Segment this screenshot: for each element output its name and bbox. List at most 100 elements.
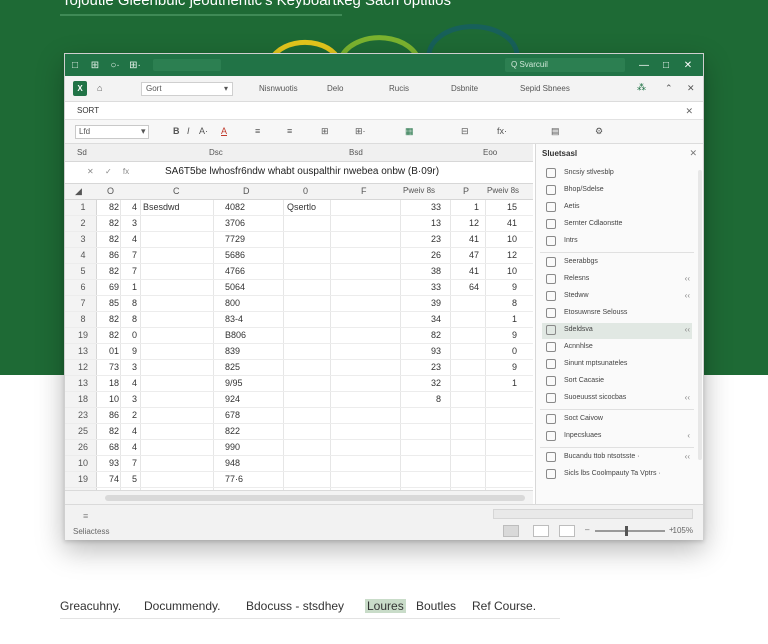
panel-item[interactable]: Soct Caivow [542, 412, 692, 428]
table-row[interactable]: 10 93 7 948 [65, 456, 533, 472]
font-name-input[interactable]: Lfd [75, 125, 149, 139]
panel-item[interactable]: Stedww ‹‹ [542, 289, 692, 305]
panel-item[interactable]: Sncsiy stlvesblp [542, 166, 692, 182]
row-number[interactable]: 5 [71, 266, 95, 276]
menubar-close-icon[interactable]: ✕ [687, 83, 695, 94]
merge-icon[interactable]: ⊞ [321, 126, 329, 137]
table-row[interactable]: 13 01 9 839 93 0 [65, 344, 533, 360]
table-row[interactable]: 18 10 3 924 8 [65, 392, 533, 408]
scrollbar-thumb[interactable] [105, 495, 525, 501]
row-number[interactable]: 25 [71, 426, 95, 436]
italic-icon[interactable]: I [187, 126, 190, 136]
maximize-icon[interactable]: □ [655, 60, 677, 71]
font-size-icon[interactable]: A· [199, 126, 208, 136]
table-row[interactable]: 12 73 3 825 23 9 [65, 360, 533, 376]
table-row[interactable]: 25 82 4 822 [65, 424, 533, 440]
insert-icon[interactable]: ⊟ [461, 126, 469, 137]
footer-link-3[interactable]: Bdocuss - stsdhey [246, 599, 344, 613]
panel-item[interactable]: Sinunt mptsunateles [542, 357, 692, 373]
conditional-format-icon[interactable]: ▦ [405, 126, 414, 137]
footer-link-1[interactable]: Greacuhny. [60, 599, 121, 613]
confirm-formula-icon[interactable]: ✓ [105, 167, 112, 176]
menu-item-3[interactable]: Rucis [389, 84, 409, 93]
menu-dropdown[interactable]: Gort ▾ [141, 82, 233, 96]
col-header-f[interactable]: F [361, 186, 367, 196]
fx-icon[interactable]: fx [123, 167, 129, 176]
zoom-slider[interactable] [595, 530, 665, 532]
format-icon[interactable]: ▤ [551, 126, 560, 137]
footer-link-4[interactable]: Loures [365, 599, 406, 613]
collapse-icon[interactable]: ⌃ [665, 83, 673, 94]
borders-icon[interactable]: ⊞· [355, 126, 366, 137]
corner-icon[interactable]: ◢ [75, 186, 82, 197]
table-row[interactable]: 26 68 4 990 [65, 440, 533, 456]
panel-item[interactable]: Sdeldsva ‹‹ [542, 323, 692, 339]
footer-link-2[interactable]: Docummendy. [144, 599, 220, 613]
row-number[interactable]: 23 [71, 410, 95, 420]
footer-link-6[interactable]: Ref Course. [472, 599, 536, 613]
row-number[interactable]: 8 [71, 314, 95, 324]
panel-item[interactable]: Sort Cacasie [542, 374, 692, 390]
footer-link-5[interactable]: Boutles [416, 599, 456, 613]
panel-item[interactable]: Intrs [542, 234, 692, 250]
panel-close-icon[interactable]: ✕ [689, 148, 697, 159]
sort-close-icon[interactable]: ✕ [685, 102, 693, 120]
formula-input[interactable]: SA6T5be lwhosfr6ndw whabt ouspalthir nwe… [165, 166, 439, 177]
zoom-out-icon[interactable]: – [585, 525, 589, 534]
col-header-p[interactable]: P [463, 186, 469, 196]
title-search-box[interactable]: Q Svarcuil [505, 58, 625, 72]
panel-item[interactable]: Seerabbgs [542, 255, 692, 271]
align-center-icon[interactable]: ≡ [287, 126, 292, 136]
save-icon[interactable]: ⊞ [85, 60, 105, 71]
font-color-icon[interactable]: A [221, 126, 227, 136]
document-title-box[interactable] [153, 59, 221, 71]
spreadsheet-grid[interactable]: ◢ O C D 0 F Pweiv 8s P Pweiv 8s 1 82 4 Bses… [65, 184, 533, 490]
align-left-icon[interactable]: ≡ [255, 126, 260, 136]
close-icon[interactable]: ✕ [677, 60, 699, 71]
zoom-slider-handle[interactable] [625, 526, 628, 536]
panel-item[interactable]: Aetis [542, 200, 692, 216]
panel-item[interactable]: Etosuwnsre Selouss [542, 306, 692, 322]
row-number[interactable]: 2 [71, 218, 95, 228]
panel-item[interactable]: Bucandu ttob ntsotsste · ‹‹ [542, 450, 692, 466]
row-number[interactable]: 26 [71, 442, 95, 452]
app-menu-icon[interactable]: □ [65, 60, 85, 71]
table-row[interactable]: 19 82 0 B806 82 9 [65, 328, 533, 344]
table-row[interactable]: 1 82 4 Bsesdwd 4082 Qsertlo 33 1 15 [65, 200, 533, 216]
panel-scrollbar[interactable] [698, 170, 702, 460]
panel-item[interactable]: Sernter Cdlaonstte [542, 217, 692, 233]
col-header-o[interactable]: O [107, 186, 114, 196]
cancel-formula-icon[interactable]: ✕ [87, 167, 94, 176]
row-number[interactable]: 13 [71, 378, 95, 388]
menu-item-2[interactable]: Delo [327, 84, 343, 93]
col-header-d[interactable]: D [243, 186, 250, 196]
table-row[interactable]: 5 82 7 4766 38 41 10 [65, 264, 533, 280]
home-icon[interactable]: ⌂ [97, 83, 102, 93]
row-number[interactable]: 6 [71, 282, 95, 292]
bold-icon[interactable]: B [173, 126, 180, 136]
row-number[interactable]: 18 [71, 394, 95, 404]
table-row[interactable]: 2 82 3 3706 13 12 41 [65, 216, 533, 232]
panel-item[interactable]: Relesns ‹‹ [542, 272, 692, 288]
horizontal-scrollbar[interactable] [65, 490, 533, 504]
table-row[interactable]: 19 74 5 77·6 [65, 472, 533, 488]
panel-item[interactable]: Inpecsluaes ‹ [542, 429, 692, 445]
row-number[interactable]: 4 [71, 250, 95, 260]
undo-icon[interactable]: ○· [105, 60, 125, 71]
row-number[interactable]: 13 [71, 346, 95, 356]
settings-icon[interactable]: ⚙ [595, 126, 603, 137]
table-row[interactable]: 4 86 7 5686 26 47 12 [65, 248, 533, 264]
row-number[interactable]: 10 [71, 458, 95, 468]
col-header-c[interactable]: C [173, 186, 180, 196]
table-row[interactable]: 13 18 4 9/95 32 1 [65, 376, 533, 392]
col-header-0[interactable]: 0 [303, 186, 308, 196]
row-number[interactable]: 12 [71, 362, 95, 372]
table-row[interactable]: 6 69 1 5064 33 64 9 [65, 280, 533, 296]
row-number[interactable]: 7 [71, 298, 95, 308]
table-row[interactable]: 7 85 8 800 39 8 [65, 296, 533, 312]
row-number[interactable]: 1 [71, 202, 95, 212]
layout-icon[interactable]: ⊞· [125, 60, 145, 71]
table-row[interactable]: 8 82 8 83-4 34 1 [65, 312, 533, 328]
panel-item[interactable]: Sicls lbs Coolmpauty Ta Vptrs · [542, 467, 692, 483]
table-row[interactable]: 3 82 4 7729 23 41 10 [65, 232, 533, 248]
